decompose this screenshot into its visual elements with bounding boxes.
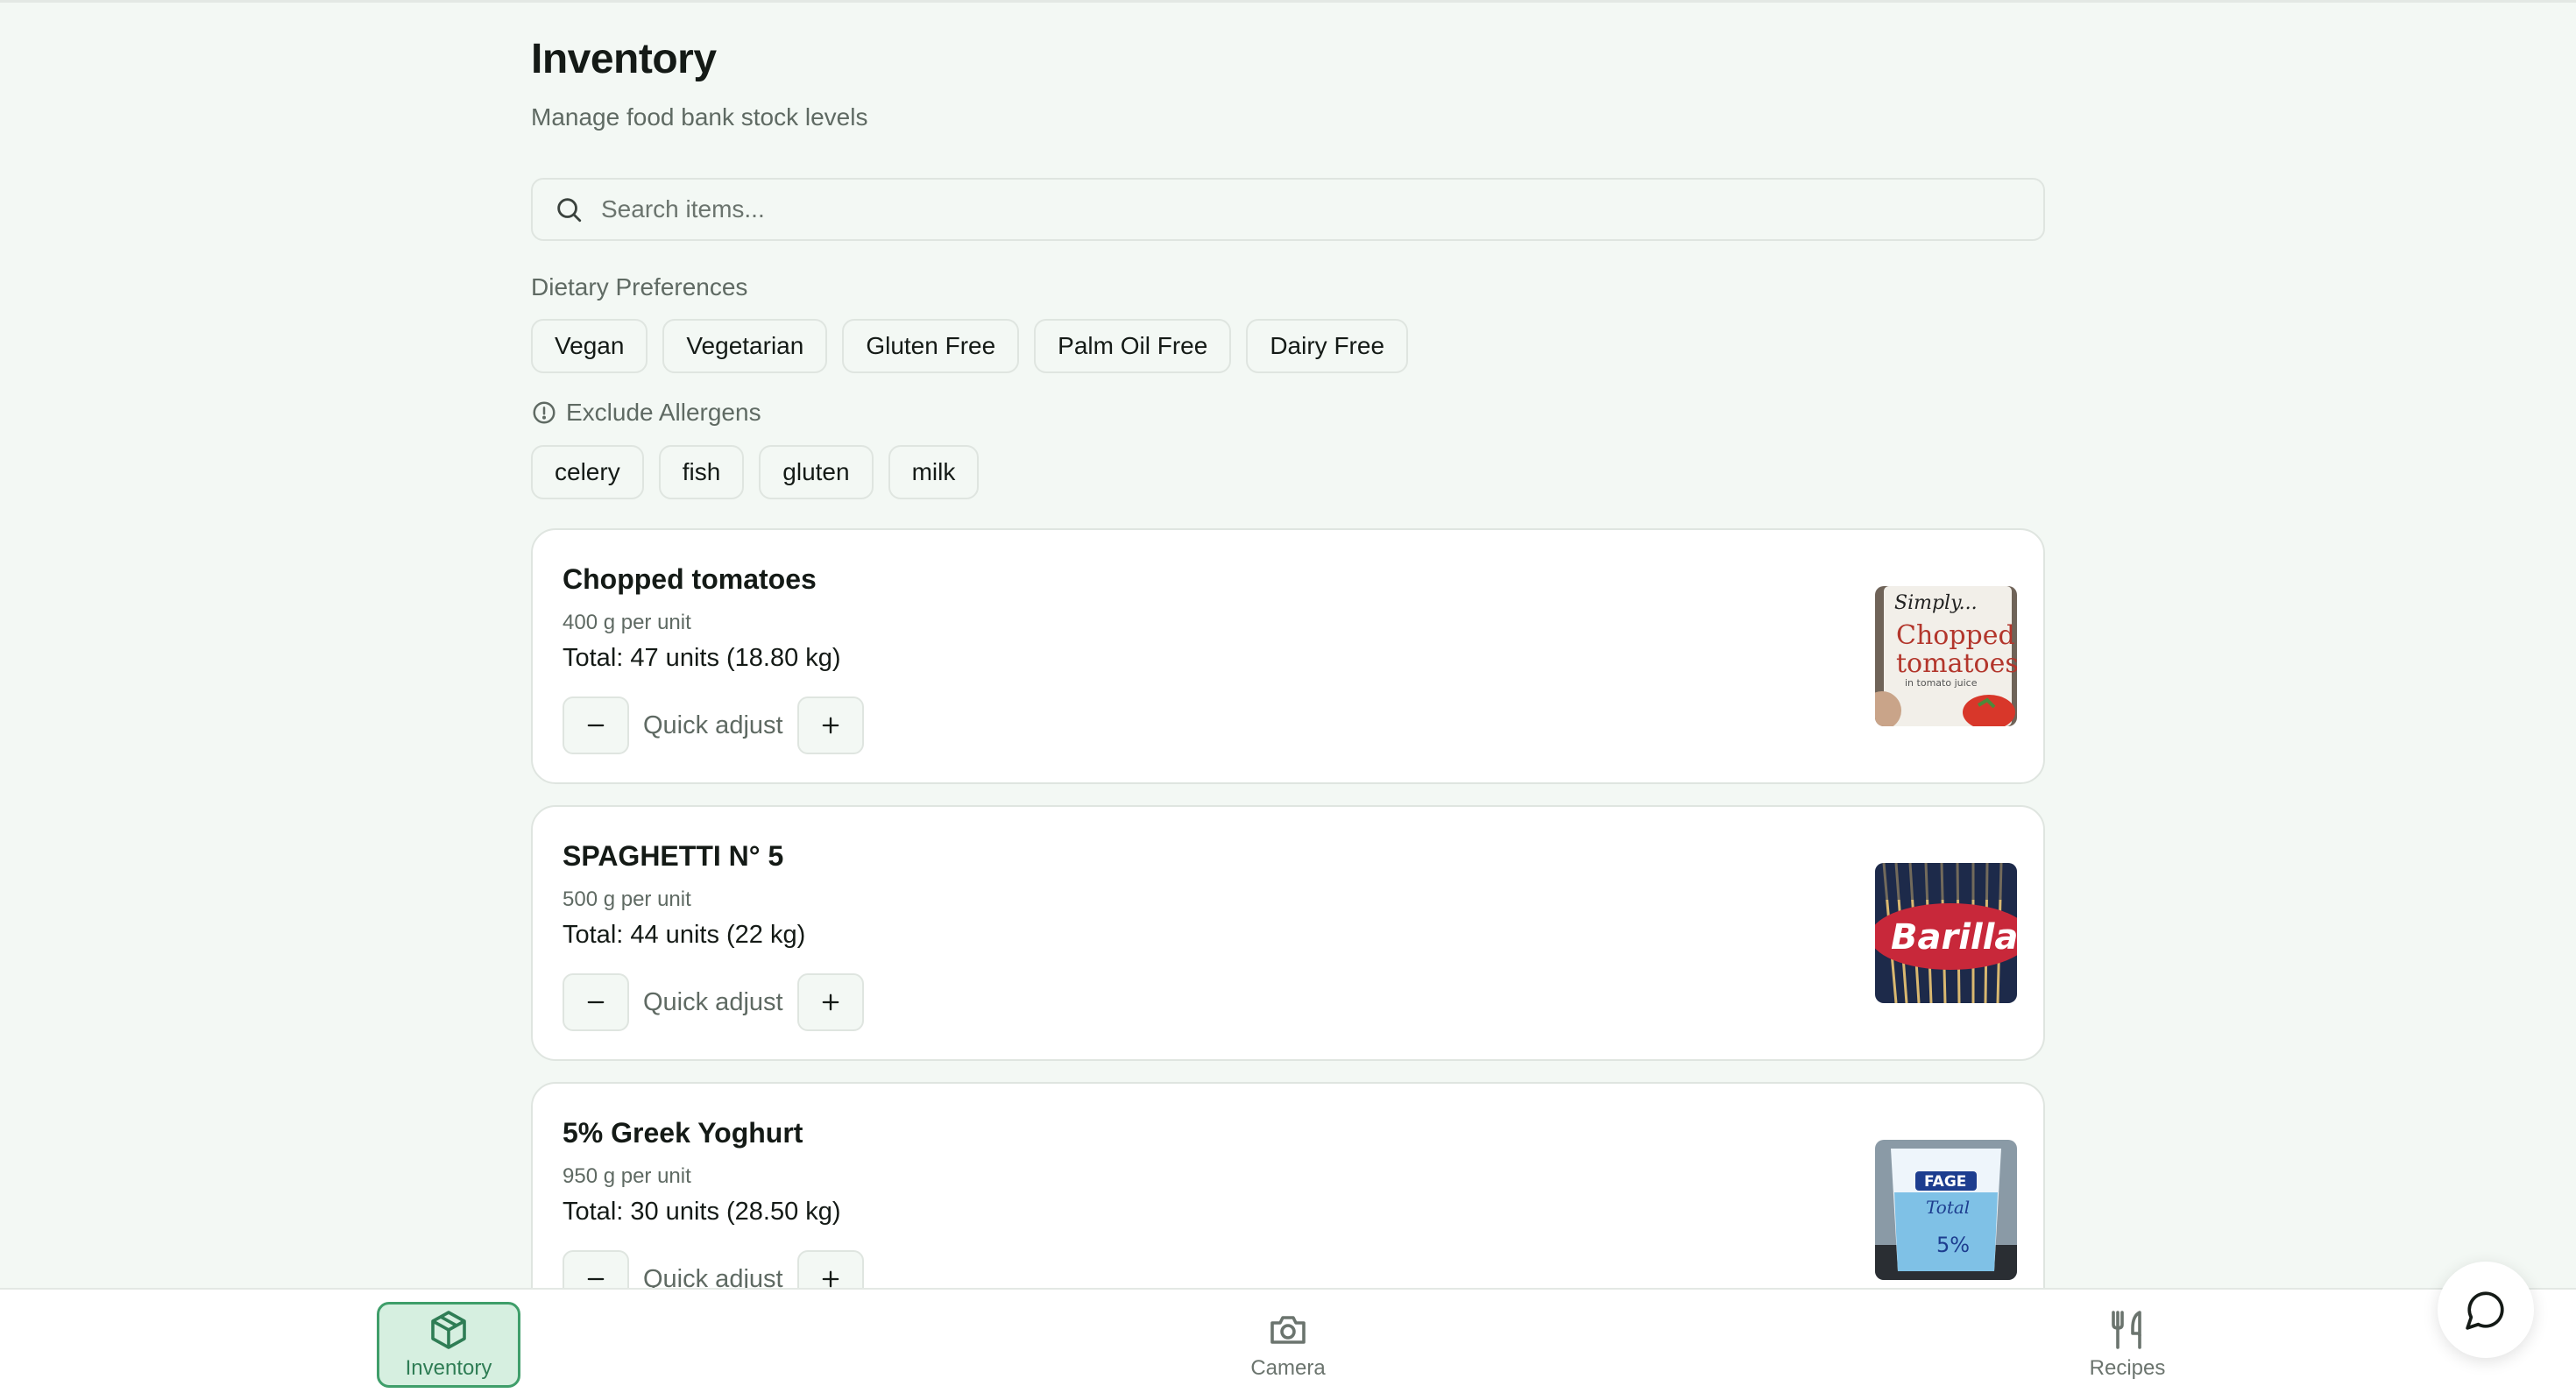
minus-icon bbox=[587, 724, 605, 727]
inventory-card: Chopped tomatoes 400 g per unit Total: 4… bbox=[531, 528, 2045, 784]
page-title: Inventory bbox=[531, 36, 717, 82]
search-icon bbox=[557, 198, 582, 223]
search-bar[interactable] bbox=[531, 178, 2045, 241]
item-unit: 950 g per unit bbox=[563, 1164, 691, 1188]
nav-recipes[interactable]: Recipes bbox=[2056, 1302, 2199, 1388]
utensils-icon bbox=[2112, 1311, 2141, 1349]
chip-celery[interactable]: celery bbox=[531, 445, 644, 499]
decrement-button[interactable] bbox=[563, 973, 629, 1031]
chip-vegan[interactable]: Vegan bbox=[531, 319, 648, 373]
nav-camera[interactable]: Camera bbox=[1216, 1302, 1360, 1388]
search-input[interactable] bbox=[601, 195, 2003, 223]
dietary-preferences-label-text: Dietary Preferences bbox=[531, 273, 748, 301]
camera-icon bbox=[1270, 1316, 1306, 1344]
decrement-button[interactable] bbox=[563, 696, 629, 754]
inventory-card: SPAGHETTI N° 5 500 g per unit Total: 44 … bbox=[531, 805, 2045, 1061]
item-name: SPAGHETTI N° 5 bbox=[563, 840, 784, 872]
item-total: Total: 30 units (28.50 kg) bbox=[563, 1198, 841, 1226]
increment-button[interactable] bbox=[796, 973, 864, 1031]
nav-recipes-label: Recipes bbox=[2089, 1356, 2166, 1380]
product-image-chopped-tomatoes: Simply... Chopped tomatoes in tomato jui… bbox=[1875, 586, 2017, 726]
quick-adjust-label: Quick adjust bbox=[643, 987, 783, 1016]
nav-inventory[interactable]: Inventory bbox=[377, 1302, 520, 1388]
exclude-allergens-label-text: Exclude Allergens bbox=[566, 399, 761, 426]
image-label-simply: Simply... bbox=[1894, 592, 1978, 614]
item-total: Total: 44 units (22 kg) bbox=[563, 921, 806, 949]
plus-icon bbox=[822, 993, 839, 1011]
plus-icon bbox=[822, 717, 839, 734]
chip-palm-oil-free[interactable]: Palm Oil Free bbox=[1034, 319, 1232, 373]
allergen-chips: celery fish gluten milk bbox=[531, 445, 980, 499]
item-unit: 400 g per unit bbox=[563, 611, 691, 634]
increment-button[interactable] bbox=[796, 696, 864, 754]
top-divider bbox=[0, 0, 2576, 3]
nav-inventory-label: Inventory bbox=[405, 1356, 492, 1380]
chip-fish[interactable]: fish bbox=[658, 445, 745, 499]
quick-adjust-label: Quick adjust bbox=[643, 711, 783, 739]
chat-button[interactable] bbox=[2438, 1262, 2534, 1358]
image-label-fage: FAGE bbox=[1924, 1173, 1966, 1191]
exclude-allergens-label: Exclude Allergens bbox=[531, 399, 761, 427]
chat-bubble-icon bbox=[2466, 1291, 2504, 1330]
box-icon bbox=[431, 1311, 466, 1349]
image-label-tomatoes: tomatoes bbox=[1896, 648, 2017, 679]
product-image-spaghetti: Barilla bbox=[1875, 863, 2017, 1003]
product-image-greek-yoghurt: FAGE Total 5% bbox=[1875, 1140, 2017, 1280]
item-name: 5% Greek Yoghurt bbox=[563, 1117, 803, 1149]
chip-dairy-free[interactable]: Dairy Free bbox=[1246, 319, 1409, 373]
chip-gluten-free[interactable]: Gluten Free bbox=[842, 319, 1020, 373]
image-label-percent: 5% bbox=[1936, 1233, 1970, 1257]
chip-vegetarian[interactable]: Vegetarian bbox=[662, 319, 828, 373]
item-total: Total: 47 units (18.80 kg) bbox=[563, 644, 841, 672]
quick-adjust: Quick adjust bbox=[563, 696, 864, 754]
info-circle-icon bbox=[533, 401, 556, 424]
bottom-nav: Inventory Camera Recipes bbox=[0, 1288, 2576, 1400]
page-subtitle: Manage food bank stock levels bbox=[531, 103, 868, 131]
image-label-chopped: Chopped bbox=[1896, 620, 2015, 651]
chip-milk[interactable]: milk bbox=[888, 445, 980, 499]
dietary-preferences-label: Dietary Preferences bbox=[531, 273, 747, 301]
item-name: Chopped tomatoes bbox=[563, 563, 817, 595]
quick-adjust: Quick adjust bbox=[563, 973, 864, 1031]
image-label-total: Total bbox=[1926, 1197, 1970, 1218]
dietary-chips: Vegan Vegetarian Gluten Free Palm Oil Fr… bbox=[531, 319, 1409, 373]
image-label-juice: in tomato juice bbox=[1905, 677, 1978, 689]
nav-camera-label: Camera bbox=[1250, 1356, 1326, 1380]
chip-gluten[interactable]: gluten bbox=[759, 445, 874, 499]
image-label-barilla: Barilla bbox=[1891, 917, 2017, 958]
minus-icon bbox=[587, 1001, 605, 1004]
item-unit: 500 g per unit bbox=[563, 887, 691, 911]
